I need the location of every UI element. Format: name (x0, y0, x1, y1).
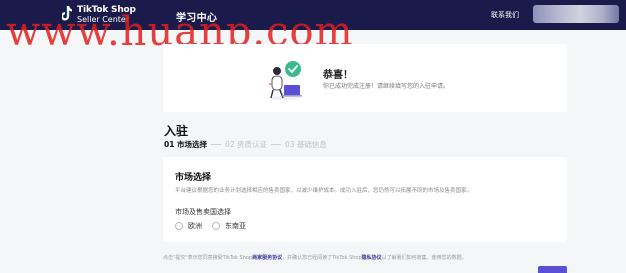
contact-us-link[interactable]: 联系我们 (491, 10, 519, 20)
radio-circle-icon[interactable] (212, 222, 220, 230)
step-qualification: 02 资质认证 (225, 140, 267, 149)
market-selection-card: 市场选择 平台建议根据您的业务计划选择相应的售卖国家，以减少维护成本。成功入驻后… (163, 157, 567, 242)
step-divider (271, 144, 281, 145)
market-section-title: 市场选择 (175, 173, 212, 183)
step-market-selection: 01 市场选择 (164, 140, 208, 149)
success-illustration-icon (268, 61, 302, 100)
next-button[interactable] (538, 266, 567, 273)
privacy-policy-link[interactable]: 隐私协议 (362, 255, 382, 261)
radio-southeast-asia[interactable]: 东南亚 (212, 221, 246, 231)
radio-circle-icon[interactable] (175, 222, 183, 230)
step-basic-info: 03 基础信息 (285, 140, 327, 149)
success-card: 恭喜！ 你已成功完成注册！请继续填写您的入驻申请。 (163, 44, 567, 112)
radio-europe-label: 欧洲 (188, 222, 202, 230)
market-section-description: 平台建议根据您的业务计划选择相应的售卖国家，以减少维护成本。成功入驻后，您仍然可… (175, 188, 473, 194)
terms-notice: 点击"提交"表示您同意接受TikTok Shop商家服务协议，并确认您已经阅读了… (163, 254, 467, 261)
market-field-label: 市场及售卖国选择 (175, 208, 231, 216)
success-description: 你已成功完成注册！请继续填写您的入驻申请。 (323, 83, 450, 90)
terms-text: 以了解我们如何收集、使用您的数据。 (381, 255, 467, 261)
terms-text: ，并确认您已经阅读了TikTok Shop (282, 255, 362, 261)
merchant-agreement-link[interactable]: 商家服务协议 (252, 255, 282, 261)
step-indicator: 01 市场选择 02 资质认证 03 基础信息 (164, 139, 327, 150)
radio-europe[interactable]: 欧洲 (175, 221, 202, 231)
terms-text: 点击"提交"表示您同意接受TikTok Shop (163, 255, 253, 261)
radio-southeast-asia-label: 东南亚 (225, 222, 246, 230)
success-title: 恭喜！ (323, 70, 353, 81)
user-account-menu[interactable] (533, 5, 619, 23)
step-divider (211, 144, 222, 145)
page-title: 入驻 (164, 124, 189, 138)
